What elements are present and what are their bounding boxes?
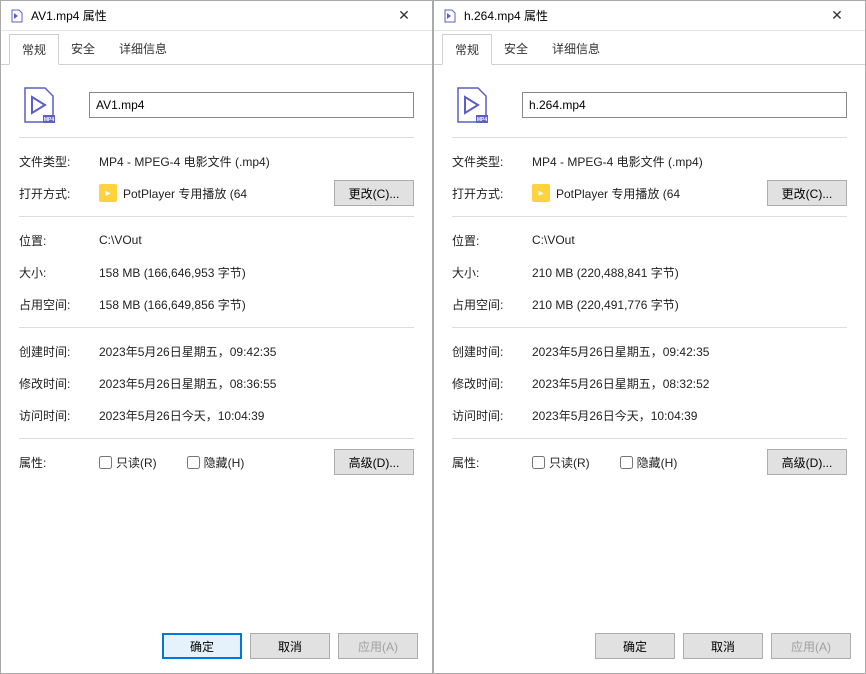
- change-button[interactable]: 更改(C)...: [334, 180, 414, 206]
- label-accessed: 访问时间:: [452, 407, 532, 424]
- advanced-button[interactable]: 高级(D)...: [767, 449, 847, 475]
- value-size: 158 MB (166,646,953 字节): [99, 264, 414, 281]
- separator: [19, 216, 414, 217]
- titlebar[interactable]: h.264.mp4 属性 ✕: [434, 1, 865, 31]
- label-location: 位置:: [19, 232, 99, 249]
- value-openwith: PotPlayer 专用播放 (64: [123, 185, 328, 202]
- filename-input[interactable]: [89, 92, 414, 118]
- separator: [452, 327, 847, 328]
- file-large-icon: MP4: [19, 85, 59, 125]
- tab-security[interactable]: 安全: [59, 34, 107, 65]
- label-size: 大小:: [19, 264, 99, 281]
- tab-strip: 常规 安全 详细信息: [1, 31, 432, 65]
- cancel-button[interactable]: 取消: [683, 633, 763, 659]
- label-created: 创建时间:: [452, 343, 532, 360]
- value-sizeondisk: 158 MB (166,649,856 字节): [99, 296, 414, 313]
- label-filetype: 文件类型:: [19, 153, 99, 170]
- properties-window-2: h.264.mp4 属性 ✕ 常规 安全 详细信息 MP4 文件类型: MP4 …: [433, 0, 866, 674]
- potplayer-icon: [532, 184, 550, 202]
- value-filetype: MP4 - MPEG-4 电影文件 (.mp4): [99, 153, 414, 170]
- value-location: C:\VOut: [99, 233, 414, 247]
- change-button[interactable]: 更改(C)...: [767, 180, 847, 206]
- general-panel: MP4 文件类型: MP4 - MPEG-4 电影文件 (.mp4) 打开方式:…: [434, 65, 865, 622]
- advanced-button[interactable]: 高级(D)...: [334, 449, 414, 475]
- value-modified: 2023年5月26日星期五，08:36:55: [99, 375, 414, 392]
- properties-window-1: AV1.mp4 属性 ✕ 常规 安全 详细信息 MP4 文件类型: MP4 - …: [0, 0, 433, 674]
- cancel-button[interactable]: 取消: [250, 633, 330, 659]
- label-modified: 修改时间:: [452, 375, 532, 392]
- value-openwith: PotPlayer 专用播放 (64: [556, 185, 761, 202]
- file-large-icon: MP4: [452, 85, 492, 125]
- label-openwith: 打开方式:: [19, 185, 99, 202]
- separator: [19, 327, 414, 328]
- readonly-checkbox[interactable]: 只读(R): [99, 454, 157, 471]
- dialog-footer: 确定 取消 应用(A): [1, 622, 432, 673]
- value-modified: 2023年5月26日星期五，08:32:52: [532, 375, 847, 392]
- tab-strip: 常规 安全 详细信息: [434, 31, 865, 65]
- dialog-footer: 确定 取消 应用(A): [434, 622, 865, 673]
- separator: [452, 137, 847, 138]
- separator: [19, 137, 414, 138]
- value-filetype: MP4 - MPEG-4 电影文件 (.mp4): [532, 153, 847, 170]
- close-button[interactable]: ✕: [817, 7, 857, 24]
- file-type-icon: [9, 8, 25, 24]
- hidden-checkbox[interactable]: 隐藏(H): [620, 454, 678, 471]
- svg-text:MP4: MP4: [477, 117, 488, 123]
- apply-button[interactable]: 应用(A): [771, 633, 851, 659]
- separator: [452, 216, 847, 217]
- label-sizeondisk: 占用空间:: [19, 296, 99, 313]
- svg-text:MP4: MP4: [44, 117, 55, 123]
- hidden-checkbox[interactable]: 隐藏(H): [187, 454, 245, 471]
- potplayer-icon: [99, 184, 117, 202]
- value-size: 210 MB (220,488,841 字节): [532, 264, 847, 281]
- readonly-checkbox[interactable]: 只读(R): [532, 454, 590, 471]
- titlebar[interactable]: AV1.mp4 属性 ✕: [1, 1, 432, 31]
- label-modified: 修改时间:: [19, 375, 99, 392]
- label-sizeondisk: 占用空间:: [452, 296, 532, 313]
- separator: [19, 438, 414, 439]
- label-filetype: 文件类型:: [452, 153, 532, 170]
- close-button[interactable]: ✕: [384, 7, 424, 24]
- apply-button[interactable]: 应用(A): [338, 633, 418, 659]
- value-accessed: 2023年5月26日今天，10:04:39: [532, 407, 847, 424]
- value-created: 2023年5月26日星期五，09:42:35: [532, 343, 847, 360]
- value-accessed: 2023年5月26日今天，10:04:39: [99, 407, 414, 424]
- tab-details[interactable]: 详细信息: [107, 34, 179, 65]
- tab-security[interactable]: 安全: [492, 34, 540, 65]
- label-openwith: 打开方式:: [452, 185, 532, 202]
- label-size: 大小:: [452, 264, 532, 281]
- value-location: C:\VOut: [532, 233, 847, 247]
- label-created: 创建时间:: [19, 343, 99, 360]
- tab-details[interactable]: 详细信息: [540, 34, 612, 65]
- label-attributes: 属性:: [452, 454, 532, 471]
- label-location: 位置:: [452, 232, 532, 249]
- general-panel: MP4 文件类型: MP4 - MPEG-4 电影文件 (.mp4) 打开方式:…: [1, 65, 432, 622]
- filename-input[interactable]: [522, 92, 847, 118]
- file-type-icon: [442, 8, 458, 24]
- separator: [452, 438, 847, 439]
- tab-general[interactable]: 常规: [9, 34, 59, 65]
- value-created: 2023年5月26日星期五，09:42:35: [99, 343, 414, 360]
- ok-button[interactable]: 确定: [595, 633, 675, 659]
- label-accessed: 访问时间:: [19, 407, 99, 424]
- window-title: h.264.mp4 属性: [464, 7, 817, 24]
- value-sizeondisk: 210 MB (220,491,776 字节): [532, 296, 847, 313]
- window-title: AV1.mp4 属性: [31, 7, 384, 24]
- label-attributes: 属性:: [19, 454, 99, 471]
- ok-button[interactable]: 确定: [162, 633, 242, 659]
- tab-general[interactable]: 常规: [442, 34, 492, 65]
